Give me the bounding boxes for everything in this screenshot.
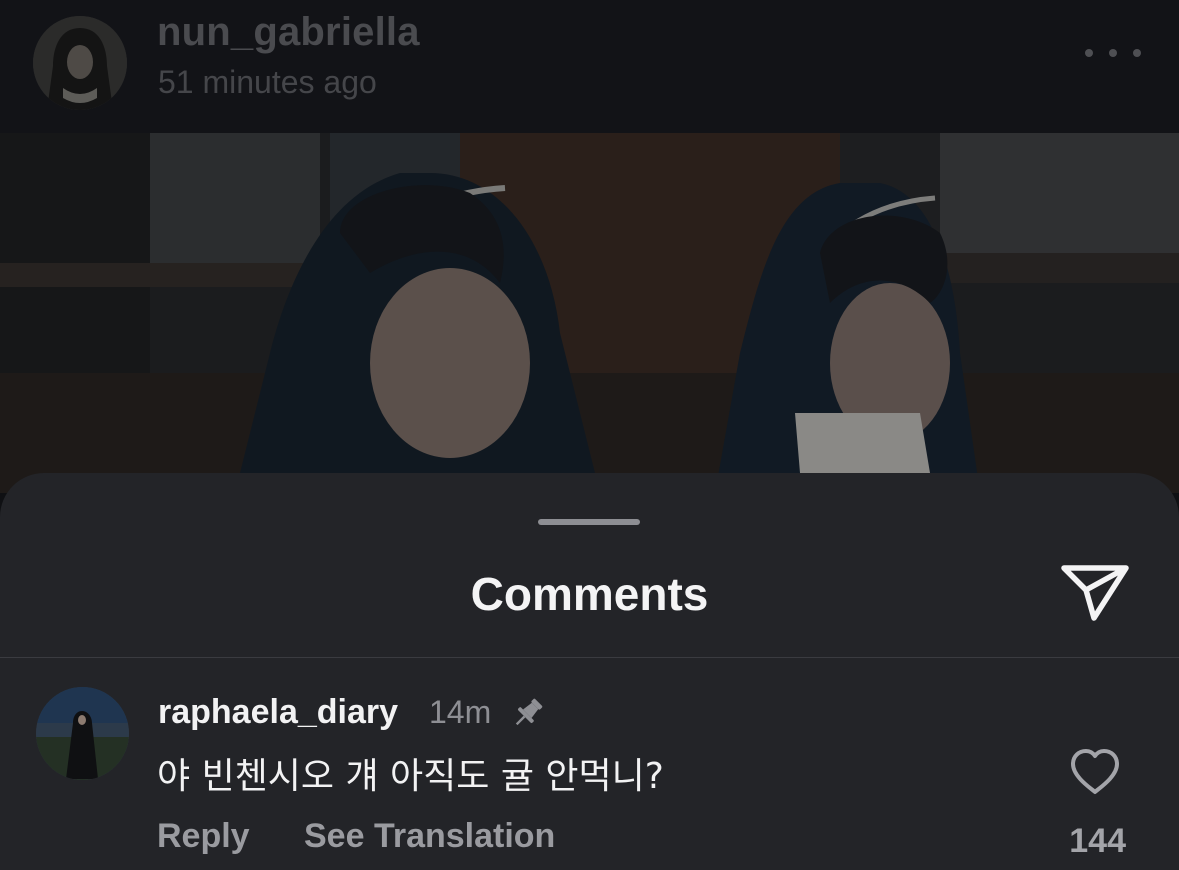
- post-username[interactable]: nun_gabriella: [157, 10, 420, 55]
- comment-text: 야 빈첸시오 걔 아직도 귤 안먹니?: [157, 756, 664, 797]
- more-horizontal-icon: [1085, 49, 1093, 57]
- more-dot: [1133, 49, 1141, 57]
- post-author-avatar[interactable]: [33, 16, 127, 110]
- like-count: 144: [1069, 822, 1126, 860]
- screen: nun_gabriella 51 minutes ago Comments ra…: [0, 0, 1179, 870]
- send-icon: [1061, 565, 1129, 621]
- comment-username[interactable]: raphaela_diary: [158, 693, 398, 732]
- more-dot: [1109, 49, 1117, 57]
- header-divider: [0, 657, 1179, 658]
- see-translation-button[interactable]: See Translation: [304, 817, 555, 856]
- heart-icon: [1071, 749, 1119, 794]
- post-photo: [0, 133, 1179, 493]
- sheet-drag-handle[interactable]: [538, 519, 640, 525]
- post-timestamp: 51 minutes ago: [158, 64, 377, 100]
- post-header: nun_gabriella 51 minutes ago: [0, 0, 1179, 133]
- comment-author-avatar[interactable]: [36, 687, 129, 780]
- more-options-button[interactable]: [1085, 38, 1141, 68]
- sheet-title: Comments: [470, 568, 709, 620]
- like-button[interactable]: [1068, 747, 1122, 797]
- share-button[interactable]: [1058, 558, 1132, 624]
- reply-button[interactable]: Reply: [157, 817, 250, 856]
- pin-icon: [510, 695, 546, 731]
- comment-timestamp: 14m: [429, 694, 492, 730]
- comments-sheet: Comments raphaela_diary 14m 야 빈첸시오 걔 아직도…: [0, 473, 1179, 870]
